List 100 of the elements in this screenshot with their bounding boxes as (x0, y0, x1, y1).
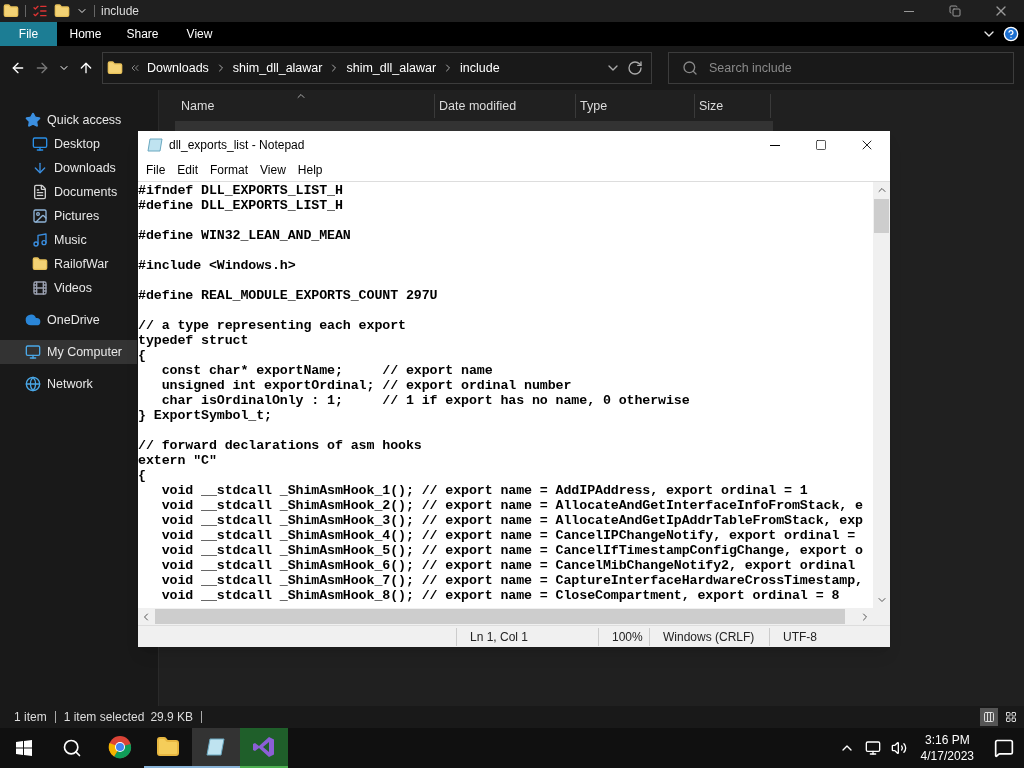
sidebar-item[interactable]: My Computer (0, 340, 137, 364)
help-icon[interactable] (1003, 26, 1019, 42)
code-line: void __stdcall _ShimAsmHook_8(); // export name = CloseCompartment, export ordinal = 8 (160, 588, 841, 603)
up-icon[interactable] (78, 60, 94, 76)
ribbon-tab[interactable]: Share (114, 22, 171, 46)
overflow-icon[interactable] (129, 62, 141, 74)
search-field[interactable]: Search include (668, 52, 1014, 84)
breadcrumb[interactable]: include (460, 58, 500, 78)
code-line: { (138, 468, 147, 483)
code-line: #define DLL_EXPORTS_LIST_H (138, 198, 344, 213)
star-icon (25, 112, 41, 128)
menu-item[interactable]: Format (204, 160, 255, 180)
code-line: { (138, 348, 147, 363)
sidebar-item[interactable]: Pictures (0, 204, 137, 228)
music-icon (32, 232, 48, 248)
item-count: 1 item (14, 709, 47, 726)
code-line: #define WIN32_LEAN_AND_MEAN (138, 228, 352, 243)
selection-info: 1 item selected (63, 709, 145, 726)
address-bar[interactable]: Downloads shim_dll_alawar shim_dll_alawar include (102, 52, 652, 84)
clock[interactable]: 3:16 PM 4/17/2023 (920, 732, 974, 764)
sidebar-item[interactable]: Desktop (0, 132, 137, 156)
ribbon-tab[interactable]: Home (57, 22, 114, 46)
breadcrumb[interactable]: shim_dll_alawar (232, 58, 323, 78)
menu-item[interactable]: Edit (171, 160, 205, 180)
code-line: } ExportSymbol_t; (138, 408, 273, 423)
breadcrumb[interactable]: Downloads (147, 58, 209, 78)
code-line: // a type representing each export (138, 318, 407, 333)
folder-icon[interactable] (156, 735, 180, 759)
details-view-button[interactable] (980, 708, 998, 726)
download-icon (32, 160, 48, 176)
status-field: Windows (CRLF) (649, 627, 769, 646)
details-icon (983, 711, 995, 723)
document-icon (32, 184, 48, 200)
code-line: typedef struct (138, 333, 250, 348)
code-line: void __stdcall _ShimAsmHook_1(); // export name = AddIPAddress, export ordinal = 1 (160, 483, 809, 498)
search-icon (62, 738, 82, 758)
search-icon (682, 60, 698, 76)
notepad-icon (147, 137, 163, 153)
code-line: void __stdcall _ShimAsmHook_2(); // export name = AllocateAndGetInterfaceInfoFromStack, e (160, 498, 864, 513)
menu-item[interactable]: File (140, 160, 172, 180)
code-line: void __stdcall _ShimAsmHook_5(); // export name = CancelIfTimestampConfigChange, export o (160, 543, 864, 558)
code-line: extern "C" (138, 453, 218, 468)
horizontal-scrollbar[interactable] (138, 608, 873, 625)
code-line: #include <Windows.h> (138, 258, 297, 273)
folder-icon[interactable] (54, 3, 70, 19)
volume-icon[interactable] (890, 740, 907, 756)
column-header[interactable]: Name (177, 94, 435, 118)
sidebar-item[interactable]: RailofWar (0, 252, 137, 276)
forward-icon[interactable] (34, 60, 50, 76)
code-line: void __stdcall _ShimAsmHook_7(); // export name = CaptureInterfaceHardwareCrossTimestamp, (160, 573, 864, 588)
column-header[interactable]: Type (576, 94, 695, 118)
minimize-icon (904, 10, 914, 12)
scroll-thumb[interactable] (874, 199, 889, 233)
windows-logo-icon (16, 740, 32, 756)
scroll-thumb[interactable] (155, 609, 845, 624)
tiles-icon (1005, 711, 1017, 723)
folder-icon (107, 60, 123, 76)
status-field: UTF-8 (769, 627, 879, 646)
sidebar-item[interactable]: Music (0, 228, 137, 252)
code-line: void __stdcall _ShimAsmHook_6(); // export name = CancelMibChangeNotify2, export ordinal (160, 558, 857, 573)
menu-item[interactable]: View (254, 160, 292, 180)
film-icon (32, 280, 48, 296)
status-field: Ln 1, Col 1 (456, 627, 598, 646)
code-line: char isOrdinalOnly : 1; // 1 if export has no name, 0 otherwise (160, 393, 691, 408)
menu-item[interactable]: Help (291, 160, 329, 180)
monitor-icon (32, 136, 48, 152)
breadcrumb[interactable]: shim_dll_alawar (346, 58, 437, 78)
sidebar-item[interactable]: Downloads (0, 156, 137, 180)
code-line: void __stdcall _ShimAsmHook_3(); // export name = AllocateAndGetIpAddrTableFromStack, exp (160, 513, 864, 528)
computer-icon (25, 344, 41, 360)
minimize-icon (770, 144, 780, 146)
ribbon-tab[interactable]: View (171, 22, 228, 46)
code-line: void __stdcall _ShimAsmHook_4(); // export name = CancelIPChangeNotify, export ordinal = (160, 528, 857, 543)
folder-icon (3, 3, 19, 19)
column-header[interactable]: Size (695, 94, 771, 118)
restore-icon (949, 5, 961, 17)
sidebar-item[interactable]: Network (0, 372, 137, 396)
picture-icon (32, 208, 48, 224)
cloud-icon (25, 312, 41, 328)
sidebar-item[interactable]: Quick access (0, 108, 137, 132)
sidebar-item[interactable]: Documents (0, 180, 137, 204)
code-line: const char* exportName; // export name (160, 363, 494, 378)
sidebar-item[interactable]: OneDrive (0, 308, 137, 332)
refresh-icon[interactable] (627, 60, 643, 76)
browser-icon[interactable] (108, 735, 132, 759)
code-line: #define REAL_MODULE_EXPORTS_COUNT 297U (138, 288, 439, 303)
folder-icon (32, 256, 48, 272)
notifications-icon[interactable] (994, 738, 1014, 758)
code-line: #ifndef DLL_EXPORTS_LIST_H (138, 183, 344, 198)
back-icon[interactable] (10, 60, 26, 76)
column-header[interactable]: Date modified (435, 94, 576, 118)
sidebar-item[interactable]: Videos (0, 276, 137, 300)
ribbon-tab[interactable]: File (0, 22, 57, 46)
status-field: 100% (598, 627, 649, 646)
code-line: // forward declarations of asm hooks (138, 438, 423, 453)
selection-size: 29.9 KB (150, 709, 194, 726)
notepad-icon[interactable] (205, 736, 227, 758)
network-icon (25, 376, 41, 392)
network-status-icon[interactable] (864, 740, 881, 756)
vertical-scrollbar[interactable] (873, 182, 890, 608)
